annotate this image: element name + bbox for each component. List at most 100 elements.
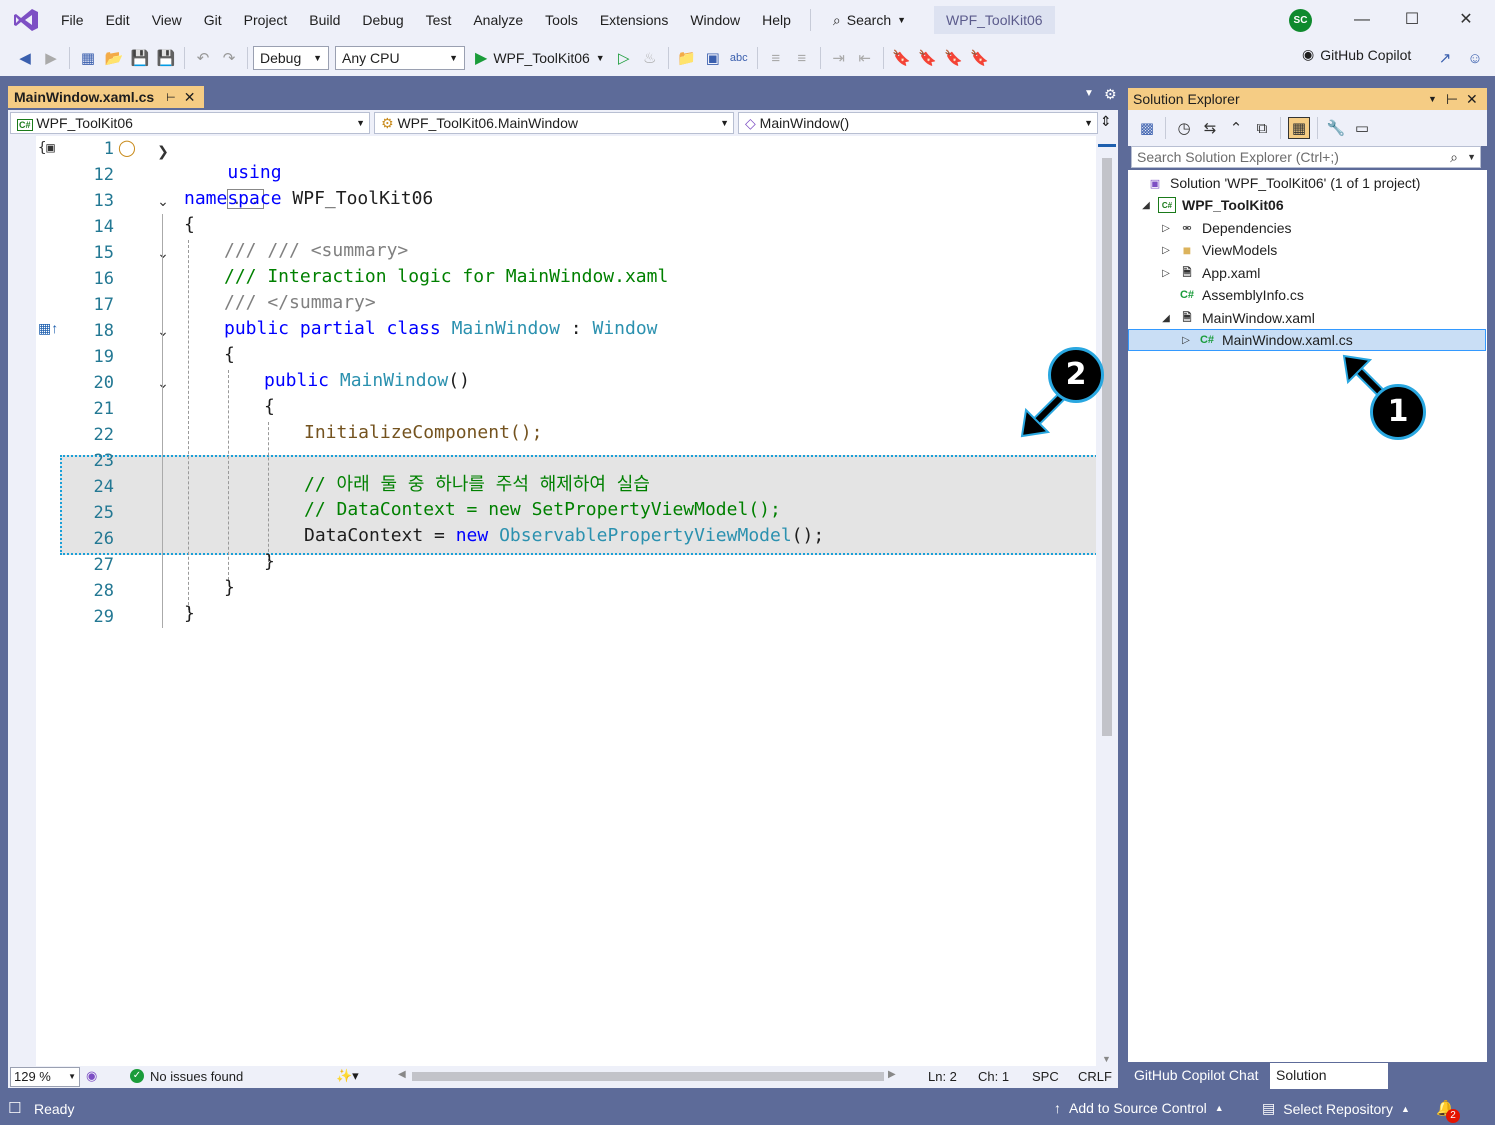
filter-icon[interactable]: ▭ [1351,117,1373,139]
collapse-chevron-icon[interactable]: ⌄ [156,370,170,396]
config-select[interactable]: Debug ▼ [253,46,329,70]
split-editor-icon[interactable]: ⇕ [1100,113,1112,130]
tab-mainwindow-xaml-cs[interactable]: MainWindow.xaml.cs ⊢ ✕ [8,86,204,108]
show-all-files-icon[interactable]: ⧉ [1251,117,1273,139]
code-cleanup-icon[interactable]: ✨▾ [336,1068,359,1084]
expanded-triangle-icon[interactable]: ◢ [1160,313,1172,324]
zoom-select[interactable]: 129 % ▼ [10,1067,80,1087]
scroll-thumb[interactable] [1102,158,1112,736]
select-repository-button[interactable]: ▤ Select Repository ▲ [1262,1100,1410,1117]
tree-item-mainwindow-xaml-cs[interactable]: ▷ C# MainWindow.xaml.cs [1180,329,1353,351]
collapse-all-icon[interactable]: ⌃ [1225,117,1247,139]
member-combo[interactable]: ◇ MainWindow() ▼ [738,112,1098,134]
tab-github-copilot-chat[interactable]: GitHub Copilot Chat [1128,1063,1268,1089]
menu-window[interactable]: Window [679,6,751,34]
copilot-status-icon[interactable]: ◉ [86,1068,97,1084]
collapse-chevron-icon[interactable]: ⌄ [156,240,170,266]
menu-build[interactable]: Build [298,6,351,34]
save-icon[interactable]: 💾 [129,47,151,69]
scroll-down-icon[interactable]: ▼ [1102,1054,1111,1064]
clear-bookmarks-icon[interactable]: 🔖 [969,47,991,69]
tree-project[interactable]: ◢ C# WPF_ToolKit06 [1140,194,1284,216]
editor-vertical-scrollbar[interactable]: ▼ [1096,136,1118,1066]
search-icon[interactable]: ⌕ [1450,147,1458,167]
notifications-button[interactable]: 🔔 2 [1436,1099,1460,1123]
pin-icon[interactable]: ⊢ [1446,88,1458,110]
collapsed-triangle-icon[interactable]: ▷ [1160,268,1172,279]
expanded-triangle-icon[interactable]: ◢ [1140,200,1152,211]
save-all-icon[interactable]: 💾 [155,47,177,69]
lightbulb-icon[interactable]: ◯ [118,138,136,158]
column-indicator[interactable]: Ch: 1 [978,1069,1009,1084]
collapsed-triangle-icon[interactable]: ▷ [1180,335,1192,346]
user-avatar[interactable]: SC [1289,9,1312,32]
line-ending-indicator[interactable]: CRLF [1078,1069,1112,1084]
chevron-down-icon[interactable]: ▼ [1467,147,1476,167]
solution-folder-icon[interactable]: 📁 [676,47,698,69]
settings-gear-icon[interactable]: ⚙ [1104,86,1117,103]
menu-tools[interactable]: Tools [534,6,589,34]
expand-chevron-icon[interactable]: ❯ [156,138,170,164]
menu-file[interactable]: File [50,6,95,34]
code-map-icon[interactable]: {▣ [38,140,55,156]
tree-item-assemblyinfo[interactable]: C# AssemblyInfo.cs [1178,284,1304,306]
run-button[interactable]: ▶ WPF_ToolKit06 ▼ [475,48,605,68]
prev-bookmark-icon[interactable]: 🔖 [917,47,939,69]
menu-analyze[interactable]: Analyze [462,6,534,34]
start-without-debugging-icon[interactable]: ▷ [613,47,635,69]
class-combo[interactable]: ⚙ WPF_ToolKit06.MainWindow ▼ [374,112,734,134]
tree-item-mainwindow-xaml[interactable]: ◢ 🗎 MainWindow.xaml [1160,307,1315,329]
collapsed-triangle-icon[interactable]: ▷ [1160,223,1172,234]
pin-icon[interactable]: ⊢ [166,91,176,104]
indent-icon[interactable]: ⇥ [828,47,850,69]
menu-test[interactable]: Test [415,6,463,34]
switch-views-icon[interactable]: ▩ [1136,117,1158,139]
new-project-icon[interactable]: ▦ [77,47,99,69]
project-combo[interactable]: C# WPF_ToolKit06 ▼ [10,112,370,134]
hot-reload-icon[interactable]: ♨ [639,47,661,69]
uncomment-icon[interactable]: ≡ [791,47,813,69]
minimize-icon[interactable]: — [1348,6,1376,34]
line-indicator[interactable]: Ln: 2 [928,1069,957,1084]
open-folder-icon[interactable]: 📂 [103,47,125,69]
tree-solution[interactable]: ▣ Solution 'WPF_ToolKit06' (1 of 1 proje… [1146,172,1421,194]
horizontal-scroll-thumb[interactable] [412,1072,884,1081]
forward-icon[interactable]: ▶ [40,47,62,69]
menu-git[interactable]: Git [193,6,233,34]
sync-icon[interactable]: ⇆ [1199,117,1221,139]
menu-extensions[interactable]: Extensions [589,6,679,34]
tree-item-app-xaml[interactable]: ▷ 🗎 App.xaml [1160,262,1260,284]
tree-item-viewmodels[interactable]: ▷ ■ ViewModels [1160,239,1277,261]
bookmark-icon[interactable]: 🔖 [891,47,913,69]
output-window-icon[interactable]: ☐ [8,1099,21,1117]
copilot-button[interactable]: ◉ GitHub Copilot [1302,46,1411,63]
issues-label[interactable]: No issues found [150,1069,243,1084]
redo-icon[interactable]: ↷ [218,47,240,69]
close-icon[interactable]: ✕ [1452,6,1480,34]
menu-help[interactable]: Help [751,6,802,34]
outdent-icon[interactable]: ⇤ [854,47,876,69]
visual-studio-logo-icon[interactable] [12,6,40,34]
solution-search-input[interactable]: Search Solution Explorer (Ctrl+;) ⌕ ▼ [1131,146,1481,168]
tree-item-dependencies[interactable]: ▷ ⚮ Dependencies [1160,217,1291,239]
panel-menu-icon[interactable]: ▼ [1428,88,1437,110]
whitespace-indicator[interactable]: SPC [1032,1069,1059,1084]
properties-wrench-icon[interactable]: 🔧 [1325,117,1347,139]
preview-icon[interactable]: ▦ [1288,117,1310,139]
add-to-source-control-button[interactable]: ↑ Add to Source Control ▲ [1054,1100,1224,1116]
window-layout-icon[interactable]: ▣ [702,47,724,69]
tab-solution-explorer[interactable]: Solution Explorer [1270,1063,1388,1107]
collapse-chevron-icon[interactable]: ⌄ [156,188,170,214]
collapse-chevron-icon[interactable]: ⌄ [156,318,170,344]
tab-overflow-icon[interactable]: ▼ [1084,88,1094,99]
feedback-icon[interactable]: ☺ [1464,47,1486,69]
close-tab-icon[interactable]: ✕ [184,89,196,106]
search-button[interactable]: ⌕ Search ▼ [823,6,916,34]
next-bookmark-icon[interactable]: 🔖 [943,47,965,69]
collapsed-triangle-icon[interactable]: ▷ [1160,245,1172,256]
scroll-right-icon[interactable]: ▶ [888,1069,896,1080]
menu-debug[interactable]: Debug [351,6,414,34]
back-icon[interactable]: ◀ [14,47,36,69]
menu-view[interactable]: View [141,6,193,34]
scroll-left-icon[interactable]: ◀ [398,1069,406,1080]
